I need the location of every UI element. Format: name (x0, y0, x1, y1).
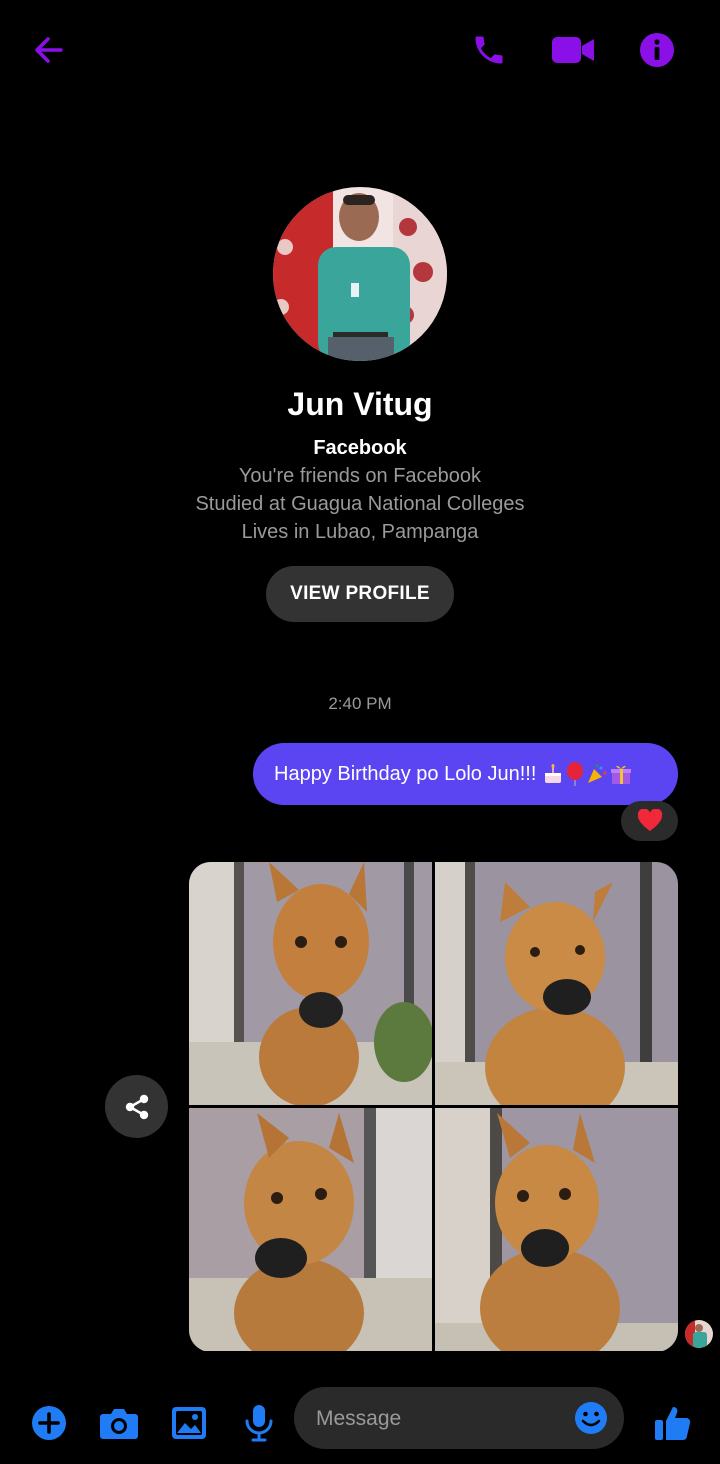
share-icon (125, 1094, 148, 1119)
info-icon (640, 33, 674, 67)
profile-source: Facebook (313, 437, 407, 459)
cake-emoji-icon (545, 764, 562, 783)
message-emojis (542, 762, 633, 786)
emoji-icon[interactable] (574, 1401, 608, 1435)
dog-photo-1[interactable] (189, 862, 432, 1105)
conversation-info-button[interactable] (629, 22, 685, 78)
microphone-icon (245, 1405, 273, 1442)
camera-icon (100, 1409, 138, 1439)
more-actions-button[interactable] (22, 1396, 76, 1450)
video-camera-icon (552, 37, 594, 63)
education-info: Studied at Guagua National Colleges (195, 493, 525, 515)
voice-message-button[interactable] (232, 1396, 286, 1450)
video-call-button[interactable] (545, 22, 601, 78)
thumbs-up-icon (655, 1407, 691, 1440)
location-info: Lives in Lubao, Pampanga (241, 521, 479, 543)
like-button[interactable] (646, 1396, 700, 1450)
dog-photo-4[interactable] (435, 1108, 678, 1351)
seen-avatar (685, 1320, 713, 1348)
balloon-emoji-icon (567, 762, 584, 786)
conversation-header (0, 0, 720, 100)
dog-photo-3[interactable] (189, 1108, 432, 1351)
friends-status: You're friends on Facebook (238, 465, 482, 487)
back-arrow-icon (35, 37, 63, 63)
photo-grid (189, 862, 678, 1352)
contact-name: Jun Vitug (287, 386, 433, 422)
party-popper-emoji-icon (588, 764, 607, 783)
dog-photo-2[interactable] (435, 862, 678, 1105)
message-text: Happy Birthday po Lolo Jun!!! (274, 762, 537, 785)
profile-avatar[interactable] (273, 187, 447, 361)
sent-message-bubble[interactable]: Happy Birthday po Lolo Jun!!! (253, 743, 678, 805)
phone-icon (475, 36, 503, 64)
image-icon (172, 1407, 206, 1439)
message-input-container[interactable] (294, 1387, 624, 1451)
message-reaction[interactable] (621, 801, 678, 841)
back-button[interactable] (21, 22, 77, 78)
message-input[interactable] (314, 1387, 568, 1451)
camera-button[interactable] (92, 1396, 146, 1450)
plus-icon (32, 1406, 66, 1440)
message-timestamp: 2:40 PM (328, 694, 392, 713)
share-button[interactable] (105, 1075, 168, 1138)
message-composer (0, 1380, 720, 1464)
gallery-button[interactable] (162, 1396, 216, 1450)
gift-emoji-icon (611, 765, 632, 784)
view-profile-button[interactable]: VIEW PROFILE (266, 566, 454, 622)
audio-call-button[interactable] (461, 22, 517, 78)
heart-icon (637, 809, 662, 831)
